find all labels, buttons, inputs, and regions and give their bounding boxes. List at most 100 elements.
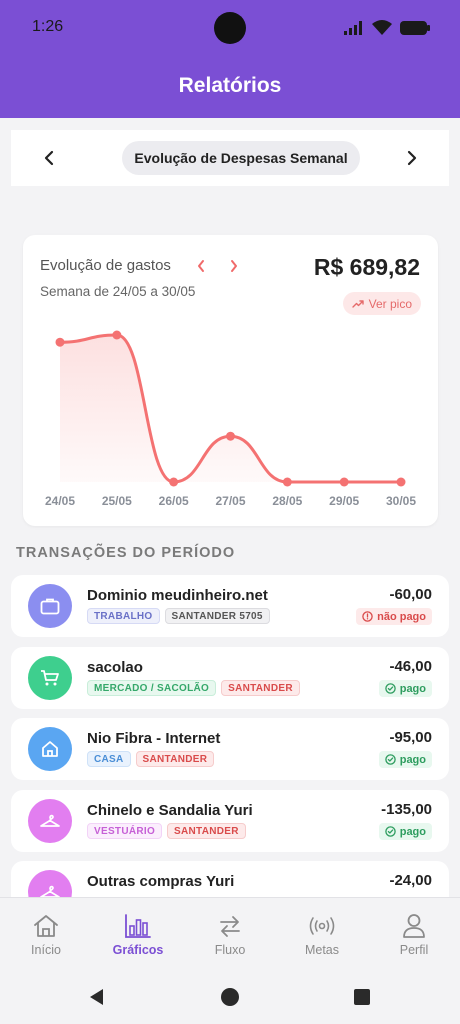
account-tag: SANTANDER: [167, 823, 246, 839]
bottom-navigation: Início Gráficos Fluxo Metas Perfil: [0, 897, 460, 969]
chart-point[interactable]: [339, 477, 349, 487]
back-triangle-icon: [90, 989, 103, 1005]
chart-point[interactable]: [226, 431, 235, 441]
home-icon: [42, 741, 58, 757]
status-badge: pago: [378, 823, 432, 840]
chevron-left-icon: [44, 150, 54, 166]
transaction-category-icon: [28, 727, 72, 771]
transaction-tags: MERCADO / SACOLÃO SANTANDER: [87, 680, 300, 696]
chart-area-fill: [60, 335, 401, 482]
chart-x-tick-label: 24/05: [45, 494, 75, 508]
nav-label: Gráficos: [112, 943, 164, 957]
category-tag: VESTUÁRIO: [87, 823, 163, 839]
status-label: pago: [399, 753, 426, 766]
camera-cutout: [214, 12, 246, 44]
next-report-button[interactable]: [400, 146, 424, 170]
wifi-icon: [372, 20, 392, 35]
chart-point[interactable]: [55, 337, 65, 347]
transaction-item[interactable]: Nio Fibra - Internet CASA SANTANDER -95,…: [11, 718, 449, 780]
status-bar: 1:26: [0, 0, 460, 56]
category-tag: CASA: [87, 751, 131, 767]
account-tag: SANTANDER: [221, 680, 300, 696]
transaction-category-icon: [28, 799, 72, 843]
chart-point[interactable]: [282, 477, 292, 487]
check-circle-icon: [384, 826, 396, 837]
transaction-name: Nio Fibra - Internet: [87, 730, 221, 747]
transaction-category-icon: [28, 656, 72, 700]
app-header: 1:26 Relatórios: [0, 0, 460, 118]
battery-icon: [400, 20, 430, 35]
chart-point[interactable]: [112, 330, 122, 340]
chart-point[interactable]: [169, 477, 179, 487]
nav-item-perfil[interactable]: Perfil: [368, 898, 460, 970]
phone-screen: 1:26 Relatórios Evolução de Despesas Sem…: [0, 0, 460, 1024]
system-back-button[interactable]: [87, 987, 107, 1007]
transaction-item[interactable]: Chinelo e Sandalia Yuri VESTUÁRIO SANTAN…: [11, 790, 449, 852]
chart-point[interactable]: [396, 477, 406, 487]
transaction-amount: -95,00: [389, 729, 432, 746]
broadcast-icon: [309, 917, 335, 935]
account-tag: SANTANDER: [135, 751, 215, 767]
status-time: 1:26: [32, 18, 64, 35]
system-home-button[interactable]: [220, 987, 240, 1007]
transaction-item[interactable]: sacolao MERCADO / SACOLÃO SANTANDER -46,…: [11, 647, 449, 709]
transaction-amount: -24,00: [389, 872, 432, 889]
alert-circle-icon: [362, 611, 373, 622]
home-icon: [34, 915, 58, 937]
chart-x-tick-label: 26/05: [159, 494, 189, 508]
chevron-right-icon: [231, 260, 237, 272]
transaction-amount: -46,00: [389, 658, 432, 675]
transaction-tags: VESTUÁRIO SANTANDER: [87, 823, 246, 839]
bar-chart-icon: [125, 914, 151, 938]
chart-total: R$ 689,82: [313, 254, 420, 280]
chart-x-tick-label: 30/05: [386, 494, 416, 508]
nav-label: Perfil: [399, 943, 429, 957]
user-icon: [403, 914, 425, 938]
previous-report-button[interactable]: [37, 146, 61, 170]
status-badge: não pago: [356, 608, 432, 625]
chevron-left-icon: [198, 260, 204, 272]
nav-label: Fluxo: [214, 943, 246, 957]
report-selector: Evolução de Despesas Semanal: [11, 130, 449, 186]
system-recents-button[interactable]: [352, 987, 372, 1007]
report-selector-pill[interactable]: Evolução de Despesas Semanal: [122, 141, 360, 175]
transaction-amount: -60,00: [389, 586, 432, 603]
nav-item-inicio[interactable]: Início: [0, 898, 92, 970]
transaction-name: Outras compras Yuri: [87, 873, 235, 890]
chart-x-tick-label: 27/05: [215, 494, 245, 508]
nav-label: Metas: [304, 943, 340, 957]
transaction-name: Dominio meudinheiro.net: [87, 587, 268, 604]
account-tag: SANTANDER 5705: [164, 608, 270, 624]
status-badge: pago: [378, 751, 432, 768]
status-label: pago: [399, 825, 426, 838]
transaction-item[interactable]: Dominio meudinheiro.net TRABALHO SANTAND…: [11, 575, 449, 637]
category-tag: MERCADO / SACOLÃO: [87, 680, 217, 696]
chart-x-tick-label: 25/05: [102, 494, 132, 508]
briefcase-icon: [40, 598, 60, 615]
trending-up-icon: [351, 300, 364, 308]
nav-item-fluxo[interactable]: Fluxo: [184, 898, 276, 970]
status-badge: pago: [378, 680, 432, 697]
chevron-right-icon: [407, 150, 417, 166]
page-title: Relatórios: [178, 74, 282, 97]
chart-prev-week-button[interactable]: [192, 256, 210, 276]
view-peak-button[interactable]: Ver pico: [342, 292, 421, 315]
status-icons: [344, 20, 430, 35]
system-navigation-bar: [0, 969, 460, 1024]
recents-square-icon: [354, 989, 370, 1005]
signal-icon: [344, 20, 362, 35]
chart-next-week-button[interactable]: [225, 256, 243, 276]
nav-item-graficos[interactable]: Gráficos: [92, 898, 184, 970]
transaction-name: Chinelo e Sandalia Yuri: [87, 802, 253, 819]
nav-label: Início: [31, 943, 61, 957]
transactions-section-title: TRANSAÇÕES DO PERÍODO: [16, 545, 236, 561]
home-circle-icon: [221, 988, 239, 1006]
check-circle-icon: [384, 683, 396, 694]
hanger-icon: [40, 814, 60, 827]
nav-item-metas[interactable]: Metas: [276, 898, 368, 970]
check-circle-icon: [384, 754, 396, 765]
status-label: não pago: [377, 610, 426, 623]
chart-subtitle: Semana de 24/05 a 30/05: [40, 284, 196, 299]
transaction-name: sacolao: [87, 659, 143, 676]
chart-title: Evolução de gastos: [40, 257, 171, 274]
